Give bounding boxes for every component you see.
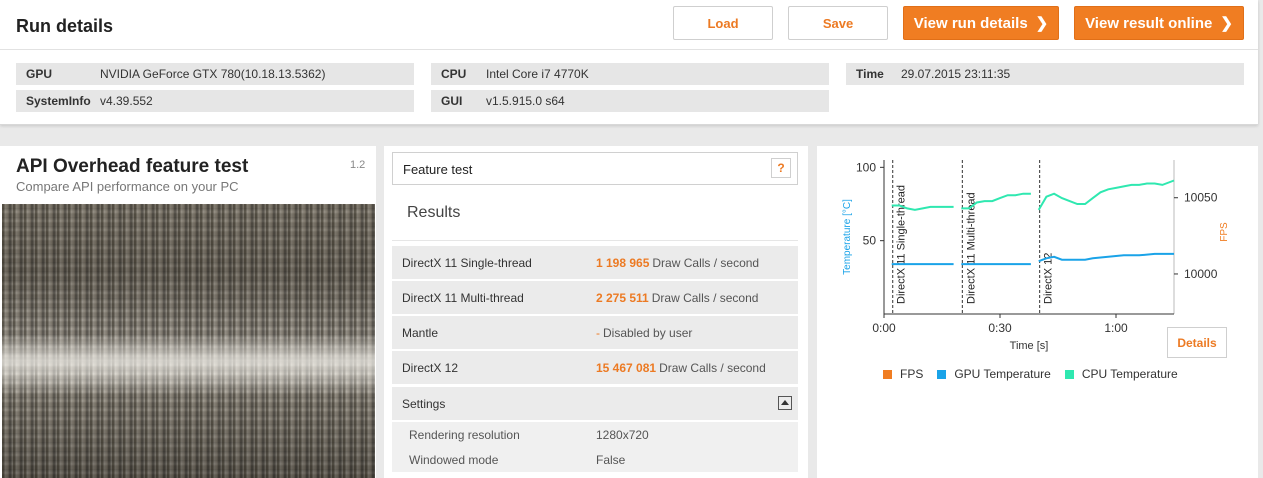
info-key: CPU <box>441 67 467 81</box>
info-value: v4.39.552 <box>100 94 153 108</box>
results-heading: Results <box>392 190 798 241</box>
collapse-icon[interactable] <box>778 396 792 410</box>
result-value: 2 275 511 <box>596 291 649 305</box>
info-systeminfo: SystemInfo v4.39.552 <box>16 90 414 112</box>
run-details-panel: Run details Load Save View run details ❯ … <box>0 0 1258 125</box>
legend-label: FPS <box>900 367 924 381</box>
load-button[interactable]: Load <box>673 6 773 40</box>
result-row: DirectX 11 Multi-thread 2 275 511 Draw Ca… <box>392 281 798 314</box>
settings-row: Rendering resolution 1280x720 <box>392 422 798 447</box>
x-tick-label: 1:00 <box>1104 321 1128 335</box>
monitoring-panel: 50 100 10000 10050 0:00 0:30 1:00 Time [s] Tempe… <box>817 146 1258 478</box>
result-unit: Draw Calls / second <box>652 256 760 270</box>
info-gpu: GPU NVIDIA GeForce GTX 780(10.18.13.5362… <box>16 63 414 85</box>
legend-label: CPU Temperature <box>1081 367 1178 381</box>
result-unit: Disabled by user <box>603 326 693 340</box>
chevron-right-icon: ❯ <box>1035 15 1049 32</box>
x-tick-label: 0:00 <box>872 321 896 335</box>
feature-test-selector[interactable]: Feature test ? <box>392 152 798 185</box>
legend-swatch <box>937 369 947 379</box>
result-value: 1 198 965 <box>596 256 650 270</box>
test-screenshot-image <box>2 204 375 478</box>
setting-name: Windowed mode <box>409 453 499 467</box>
results-heading-text: Results <box>407 204 461 221</box>
legend-swatch <box>883 369 892 379</box>
x-axis-label: Time [s] <box>1010 340 1049 352</box>
chevron-right-icon: ❯ <box>1220 15 1233 32</box>
result-row: Mantle - Disabled by user <box>392 316 798 349</box>
legend-item-gpu-temp: GPU Temperature <box>937 367 1051 381</box>
header-divider <box>0 49 1258 50</box>
info-value: v1.5.915.0 s64 <box>486 94 565 108</box>
run-details-title: Run details <box>16 16 114 36</box>
test-card: API Overhead feature test Compare API pe… <box>0 146 376 478</box>
view-result-online-button[interactable]: View result online ❯ <box>1074 6 1244 40</box>
info-value: NVIDIA GeForce GTX 780(10.18.13.5362) <box>100 67 326 81</box>
feature-test-label: Feature test <box>403 162 473 177</box>
result-unit: Draw Calls / second <box>659 361 766 375</box>
y-axis-label-right: FPS <box>1219 222 1230 242</box>
result-row: DirectX 12 15 467 081 Draw Calls / second <box>392 351 798 384</box>
legend-item-cpu-temp: CPU Temperature <box>1064 367 1178 381</box>
setting-name: Rendering resolution <box>409 428 520 442</box>
result-value: 15 467 081 <box>596 361 657 375</box>
info-value: 29.07.2015 23:11:35 <box>901 67 1011 81</box>
x-tick-label: 0:30 <box>988 321 1012 335</box>
legend-swatch <box>1064 369 1074 379</box>
info-gui: GUI v1.5.915.0 s64 <box>431 90 829 112</box>
y-tick-label: 50 <box>863 234 877 248</box>
legend-label: GPU Temperature <box>954 367 1051 381</box>
test-title: API Overhead feature test <box>16 156 249 177</box>
result-row: DirectX 11 Single-thread 1 198 965 Draw C… <box>392 246 798 279</box>
y-right-tick-label: 10050 <box>1184 191 1218 205</box>
info-time: Time 29.07.2015 23:11:35 <box>846 63 1244 85</box>
details-button[interactable]: Details <box>1167 327 1227 358</box>
test-subtitle: Compare API performance on your PC <box>16 179 239 194</box>
settings-heading: Settings <box>402 397 446 411</box>
result-name: DirectX 11 Single-thread <box>402 256 532 270</box>
y-axis-label-left: Temperature [°C] <box>842 199 853 275</box>
test-version: 1.2 <box>350 159 366 171</box>
info-key: GUI <box>441 94 463 108</box>
phase-label: DirectX 12 <box>1043 253 1055 304</box>
plot-area <box>884 160 1174 314</box>
info-value: Intel Core i7 4770K <box>486 67 589 81</box>
result-name: DirectX 11 Multi-thread <box>402 291 524 305</box>
view-run-details-label: View run details <box>913 14 1028 32</box>
y-right-tick-label: 10000 <box>1184 267 1218 281</box>
settings-header[interactable]: Settings <box>392 387 798 420</box>
settings-row: Windowed mode False <box>392 447 798 472</box>
result-name: DirectX 12 <box>402 361 459 375</box>
info-key: GPU <box>26 67 53 81</box>
legend-item-fps: FPS <box>883 367 923 381</box>
info-key: Time <box>856 67 884 81</box>
results-panel: Feature test ? Results DirectX 11 Single… <box>384 146 808 478</box>
screenshot-haze <box>2 334 375 394</box>
setting-value: 1280x720 <box>596 428 649 442</box>
phase-label: DirectX 11 Single-thread <box>896 185 908 304</box>
y-tick-label: 100 <box>856 160 876 174</box>
result-value: - <box>596 326 600 340</box>
view-run-details-button[interactable]: View run details ❯ <box>903 6 1059 40</box>
info-cpu: CPU Intel Core i7 4770K <box>431 63 829 85</box>
info-key: SystemInfo <box>26 94 91 108</box>
save-button[interactable]: Save <box>788 6 888 40</box>
result-unit: Draw Calls / second <box>651 291 759 305</box>
view-result-online-label: View result online <box>1085 14 1213 32</box>
result-name: Mantle <box>402 326 439 340</box>
setting-value: False <box>596 453 626 467</box>
help-icon[interactable]: ? <box>771 158 791 178</box>
chart-legend: FPS GPU Temperature CPU Temperature <box>883 367 1178 381</box>
